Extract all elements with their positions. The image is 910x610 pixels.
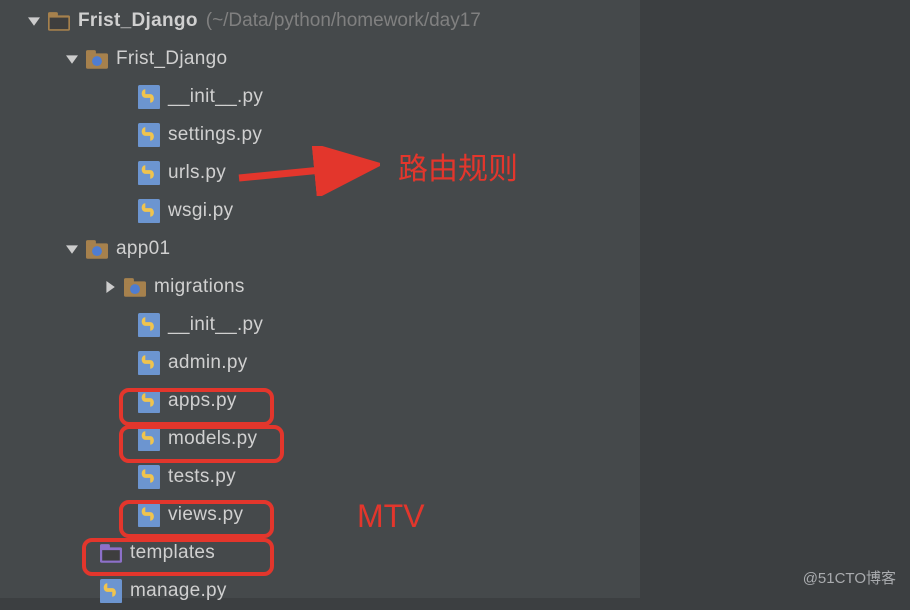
python-package-icon — [86, 48, 108, 70]
tree-node-settings[interactable]: settings.py — [0, 116, 640, 154]
templates-folder-icon — [100, 542, 122, 564]
file-label: wsgi.py — [168, 200, 233, 222]
tree-node-app-init[interactable]: __init__.py — [0, 306, 640, 344]
tree-node-app[interactable]: app01 — [0, 230, 640, 268]
chevron-down-icon[interactable] — [24, 11, 44, 31]
python-file-icon — [138, 428, 160, 450]
root-label: Frist_Django — [78, 10, 198, 32]
app-label: app01 — [116, 238, 170, 260]
python-package-icon — [86, 238, 108, 260]
python-file-icon — [138, 466, 160, 488]
file-label: apps.py — [168, 390, 237, 412]
tree-node-views[interactable]: views.py — [0, 496, 640, 534]
python-package-icon — [124, 276, 146, 298]
python-file-icon — [138, 390, 160, 412]
file-label: urls.py — [168, 162, 226, 184]
tree-node-pkg[interactable]: Frist_Django — [0, 40, 640, 78]
root-path: (~/Data/python/homework/day17 — [206, 10, 481, 32]
annotation-routing: 路由规则 — [398, 144, 518, 188]
folder-label: migrations — [154, 276, 245, 298]
chevron-down-icon[interactable] — [62, 239, 82, 259]
tree-node-migrations[interactable]: migrations — [0, 268, 640, 306]
annotation-mtv: MTV — [357, 498, 425, 535]
folder-label: templates — [130, 542, 215, 564]
file-label: tests.py — [168, 466, 236, 488]
file-label: admin.py — [168, 352, 248, 374]
tree-node-tests[interactable]: tests.py — [0, 458, 640, 496]
python-file-icon — [138, 86, 160, 108]
tree-node-urls[interactable]: urls.py — [0, 154, 640, 192]
tree-node-manage[interactable]: manage.py — [0, 572, 640, 610]
watermark-text: @51CTO博客 — [803, 567, 896, 588]
python-file-icon — [138, 200, 160, 222]
tree-node-apps[interactable]: apps.py — [0, 382, 640, 420]
chevron-right-icon[interactable] — [100, 277, 120, 297]
file-label: models.py — [168, 428, 257, 450]
python-file-icon — [100, 580, 122, 602]
file-label: settings.py — [168, 124, 262, 146]
project-tree-panel: Frist_Django (~/Data/python/homework/day… — [0, 0, 640, 598]
folder-icon — [48, 10, 70, 32]
tree-node-admin[interactable]: admin.py — [0, 344, 640, 382]
python-file-icon — [138, 314, 160, 336]
python-file-icon — [138, 504, 160, 526]
file-label: manage.py — [130, 580, 227, 602]
chevron-down-icon[interactable] — [62, 49, 82, 69]
python-file-icon — [138, 162, 160, 184]
tree-node-root[interactable]: Frist_Django (~/Data/python/homework/day… — [0, 2, 640, 40]
file-label: __init__.py — [168, 314, 263, 336]
python-file-icon — [138, 352, 160, 374]
tree-node-templates[interactable]: templates — [0, 534, 640, 572]
python-file-icon — [138, 124, 160, 146]
tree-node-models[interactable]: models.py — [0, 420, 640, 458]
tree-node-wsgi[interactable]: wsgi.py — [0, 192, 640, 230]
tree-node-init[interactable]: __init__.py — [0, 78, 640, 116]
file-label: __init__.py — [168, 86, 263, 108]
file-label: views.py — [168, 504, 243, 526]
pkg-label: Frist_Django — [116, 48, 227, 70]
